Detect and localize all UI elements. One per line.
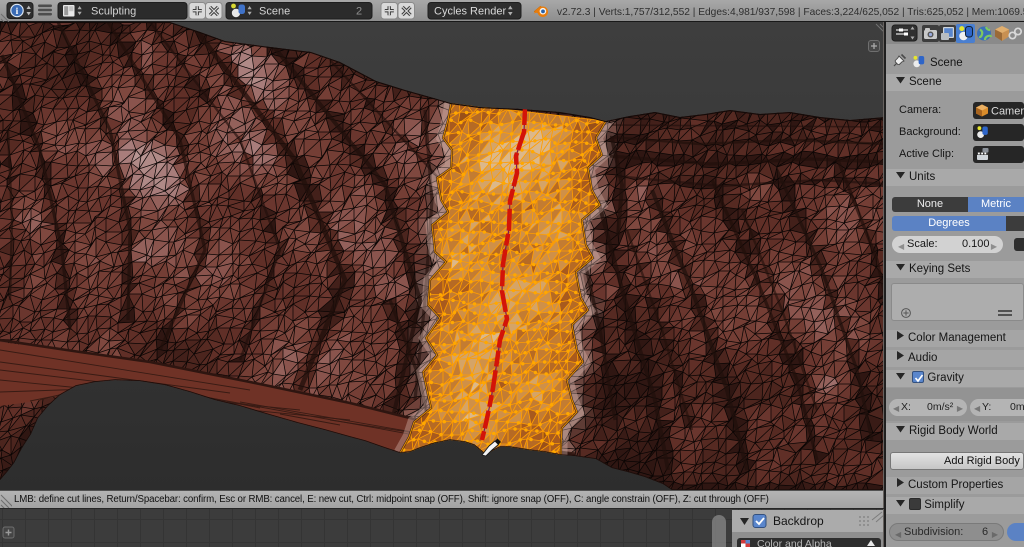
svg-text:2: 2	[356, 6, 362, 18]
svg-text:Cycles Render: Cycles Render	[434, 6, 506, 18]
svg-text:Scene: Scene	[259, 6, 290, 18]
svg-text:Camera: Camera	[991, 106, 1024, 118]
svg-text:Color and Alpha: Color and Alpha	[757, 538, 832, 547]
svg-text:Scene: Scene	[930, 57, 963, 69]
svg-text:i: i	[16, 7, 19, 17]
svg-text:Sculpting: Sculpting	[91, 6, 136, 18]
svg-text:v2.72.3 | Verts:1,757/312,552: v2.72.3 | Verts:1,757/312,552 | Edges:4,…	[557, 7, 1024, 18]
